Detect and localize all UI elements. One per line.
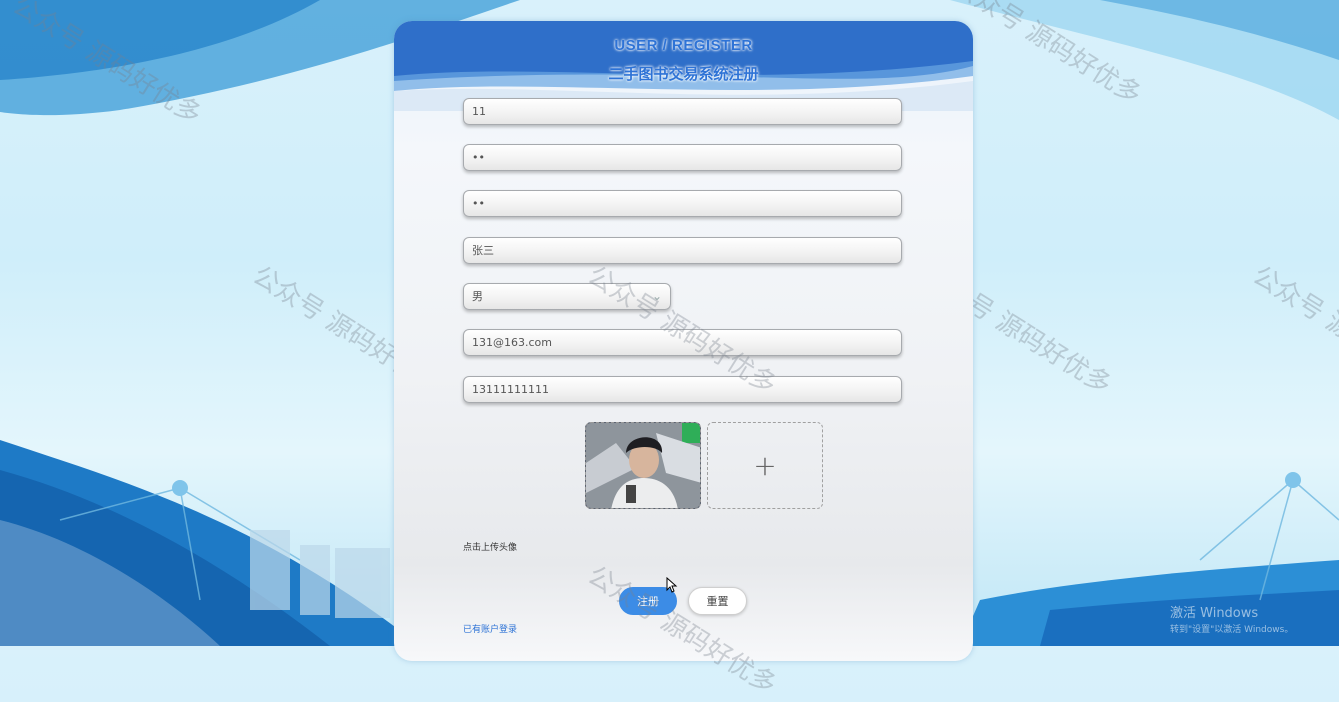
avatar-thumbnail[interactable]	[585, 422, 701, 509]
upload-add-button[interactable]: +	[707, 422, 823, 509]
login-link[interactable]: 已有账户登录	[463, 622, 517, 635]
name-input[interactable]: 张三	[463, 237, 902, 264]
password-input[interactable]: ••	[463, 144, 902, 171]
reset-button[interactable]: 重置	[688, 587, 747, 615]
chevron-down-icon: ⌄	[651, 289, 662, 303]
phone-input[interactable]: 13111111111	[463, 376, 902, 403]
register-card: USER / REGISTER 二手图书交易系统注册 11 •• •• 张三 男…	[394, 21, 973, 661]
title-english: USER / REGISTER	[614, 37, 753, 54]
avatar-image	[586, 423, 700, 508]
upload-hint: 点击上传头像	[463, 543, 518, 553]
email-input[interactable]: 131@163.com	[463, 329, 902, 356]
activation-title: 激活 Windows	[1170, 606, 1259, 621]
username-input[interactable]: 11	[463, 98, 902, 125]
title-chinese: 二手图书交易系统注册	[608, 66, 759, 83]
activation-subtitle: 转到"设置"以激活 Windows。	[1170, 625, 1294, 635]
confirm-password-input[interactable]: ••	[463, 190, 902, 217]
windows-activation-notice: 激活 Windows 转到"设置"以激活 Windows。	[1170, 606, 1293, 638]
plus-icon: +	[753, 449, 777, 482]
gender-select-value: 男	[472, 290, 483, 303]
gender-select[interactable]: 男 ⌄	[463, 283, 671, 310]
